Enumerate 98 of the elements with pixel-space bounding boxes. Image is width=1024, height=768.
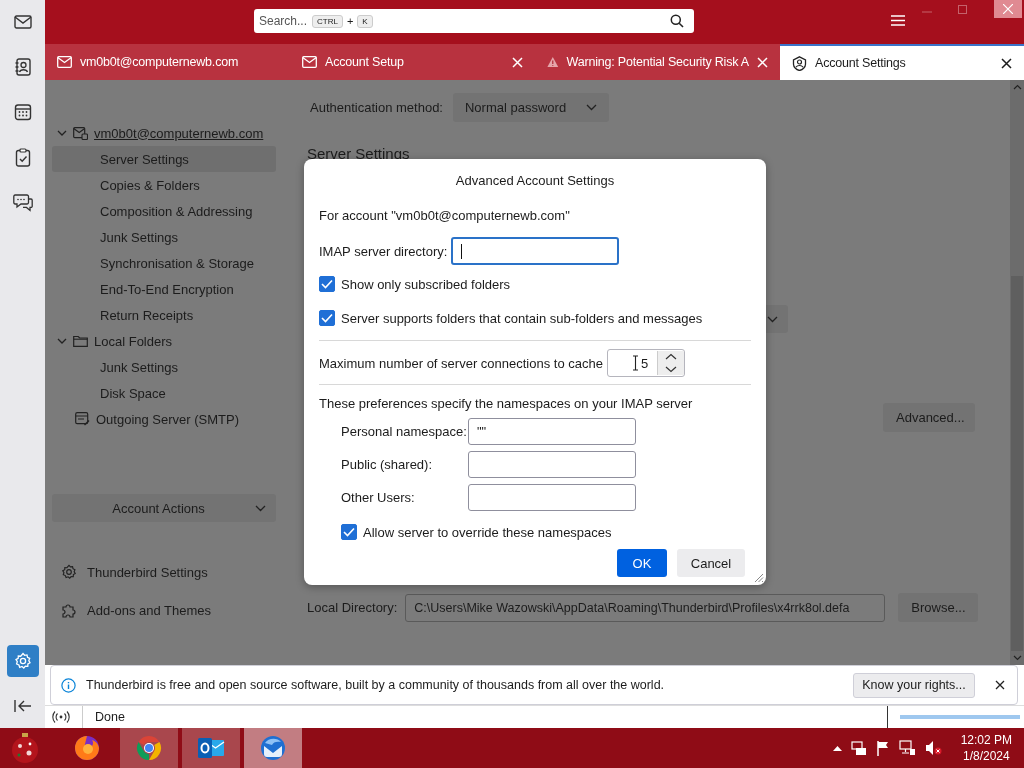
account-tree-item[interactable]: End-To-End Encryption (52, 276, 276, 302)
checkbox[interactable] (319, 276, 335, 292)
chat-icon (12, 192, 33, 212)
account-tree-item[interactable]: Disk Space (52, 380, 276, 406)
tab[interactable]: Account Setup (290, 44, 535, 80)
namespace-field[interactable]: "" (468, 418, 636, 445)
mail-icon (13, 15, 32, 29)
mail-icon (302, 56, 317, 68)
field-label: Authentication method: (310, 100, 443, 115)
notification-text: Thunderbird is free and open source software, built by a community of thousands from all over the world. (86, 678, 665, 692)
flag-icon[interactable] (875, 740, 890, 756)
broadcast-icon (52, 711, 70, 723)
info-icon (61, 677, 76, 693)
resize-grip-icon[interactable] (752, 571, 764, 583)
field-label: Local Directory: (307, 600, 398, 615)
account-tree-item[interactable]: Synchronisation & Storage (52, 250, 276, 276)
account-icon (792, 55, 807, 71)
checkbox-label: Allow server to override these namespaces (363, 524, 612, 540)
tab[interactable]: Account Settings (780, 44, 1024, 80)
account-tree-item[interactable]: Junk Settings (52, 224, 276, 250)
account-tree-item[interactable]: vm0b0t@computernewb.com (52, 120, 276, 146)
checkbox-label: Show only subscribed folders (341, 276, 511, 292)
field-label: Other Users: (341, 490, 416, 505)
folder-icon (73, 335, 88, 347)
account-tree-item[interactable]: Return Receipts (52, 302, 276, 328)
scrollbar-thumb[interactable] (1011, 276, 1023, 651)
section-heading: Server Settings (307, 145, 411, 164)
tab[interactable]: Warning: Potential Security Risk A (535, 44, 780, 80)
speaker-muted-icon[interactable] (924, 740, 942, 756)
checkbox-label: Server supports folders that contain sub-folders and messages (341, 310, 703, 326)
account-tree-item[interactable]: Local Folders (52, 328, 276, 354)
account-label: For account "vm0b0t@computernewb.com" (319, 207, 571, 225)
field-label: Public (shared): (341, 457, 434, 472)
puzzle-icon (61, 602, 77, 618)
clipboard-check-icon (14, 147, 31, 167)
spin-down-icon[interactable] (657, 363, 684, 375)
scroll-down-icon[interactable] (1012, 655, 1022, 661)
bird-globe-icon (259, 734, 287, 762)
cancel-button[interactable]: Cancel (677, 549, 745, 577)
network-icon[interactable] (898, 740, 916, 756)
namespace-field[interactable] (468, 484, 636, 511)
browse-button[interactable]: Browse... (898, 593, 979, 622)
sidebar-link[interactable]: Thunderbird Settings (52, 559, 276, 585)
chevron-icon (255, 504, 266, 512)
taskbar-button[interactable] (182, 728, 240, 768)
spin-up-icon[interactable] (657, 351, 684, 363)
server-icon (75, 412, 90, 426)
calendar-icon (13, 103, 32, 121)
close-icon[interactable] (1001, 57, 1012, 69)
address-book-icon (14, 58, 31, 76)
key-plus: + (346, 15, 354, 27)
settings-icon (61, 564, 77, 580)
checkbox[interactable] (319, 310, 335, 326)
field-label: IMAP server directory: (319, 243, 448, 259)
ornament-icon[interactable] (10, 732, 40, 764)
account-tree-item[interactable]: Server Settings (52, 146, 276, 172)
close-icon (1003, 4, 1013, 14)
mail-account-icon (73, 126, 88, 140)
ok-button[interactable]: OK (617, 549, 667, 577)
sidebar-link[interactable]: Add-ons and Themes (52, 597, 276, 623)
account-tree-item[interactable]: Composition & Addressing (52, 198, 276, 224)
local-directory-field[interactable]: C:\Users\Mike Wazowski\AppData\Roaming\Thunderbird\Profiles\x4rrk8ol.defa (405, 593, 886, 622)
collapse-icon (13, 699, 32, 713)
taskbar-button[interactable] (244, 728, 302, 768)
settings-icon (13, 652, 32, 670)
menu-icon[interactable] (891, 15, 905, 26)
taskbar-button[interactable] (120, 728, 178, 768)
clock-date[interactable]: 1/8/2024 (962, 748, 1010, 764)
number-field[interactable]: 5 (606, 349, 685, 377)
account-actions-button[interactable]: Account Actions (52, 494, 276, 522)
close-icon[interactable] (995, 680, 1005, 690)
section-text: These preferences specify the namespaces on your IMAP server (319, 395, 694, 413)
mail-icon (57, 56, 72, 68)
field-label: Maximum number of server connections to cache (319, 355, 603, 371)
advanced-button[interactable]: Advanced... (883, 403, 975, 432)
namespace-field[interactable] (468, 451, 636, 478)
warning-icon (547, 55, 559, 69)
checkbox[interactable] (341, 524, 357, 540)
field-label: Personal namespace: (341, 424, 468, 439)
text-cursor-icon (631, 355, 639, 371)
imap-directory-field[interactable] (451, 237, 620, 265)
scroll-up-icon[interactable] (1012, 84, 1022, 90)
chevron-icon (586, 104, 597, 111)
account-tree-item[interactable]: Copies & Folders (52, 172, 276, 198)
chevron-icon (767, 315, 778, 323)
dialog-title: Advanced Account Settings (454, 172, 616, 190)
account-tree-item[interactable]: Junk Settings (52, 354, 276, 380)
know-rights-button[interactable]: Know your rights... (853, 672, 975, 698)
show-hidden-icons-icon[interactable] (832, 745, 842, 751)
circle-logo-icon (136, 735, 162, 761)
tab[interactable]: vm0b0t@computernewb.com (45, 44, 290, 80)
fox-globe-icon (73, 734, 101, 762)
network-drive-icon[interactable] (850, 740, 867, 756)
auth-method-dropdown[interactable]: Normal password (453, 93, 609, 122)
search-icon (670, 14, 684, 28)
mail-app-icon (197, 735, 225, 761)
account-tree-item[interactable]: Outgoing Server (SMTP) (52, 406, 276, 432)
clock-time[interactable]: 12:02 PM (960, 732, 1012, 748)
